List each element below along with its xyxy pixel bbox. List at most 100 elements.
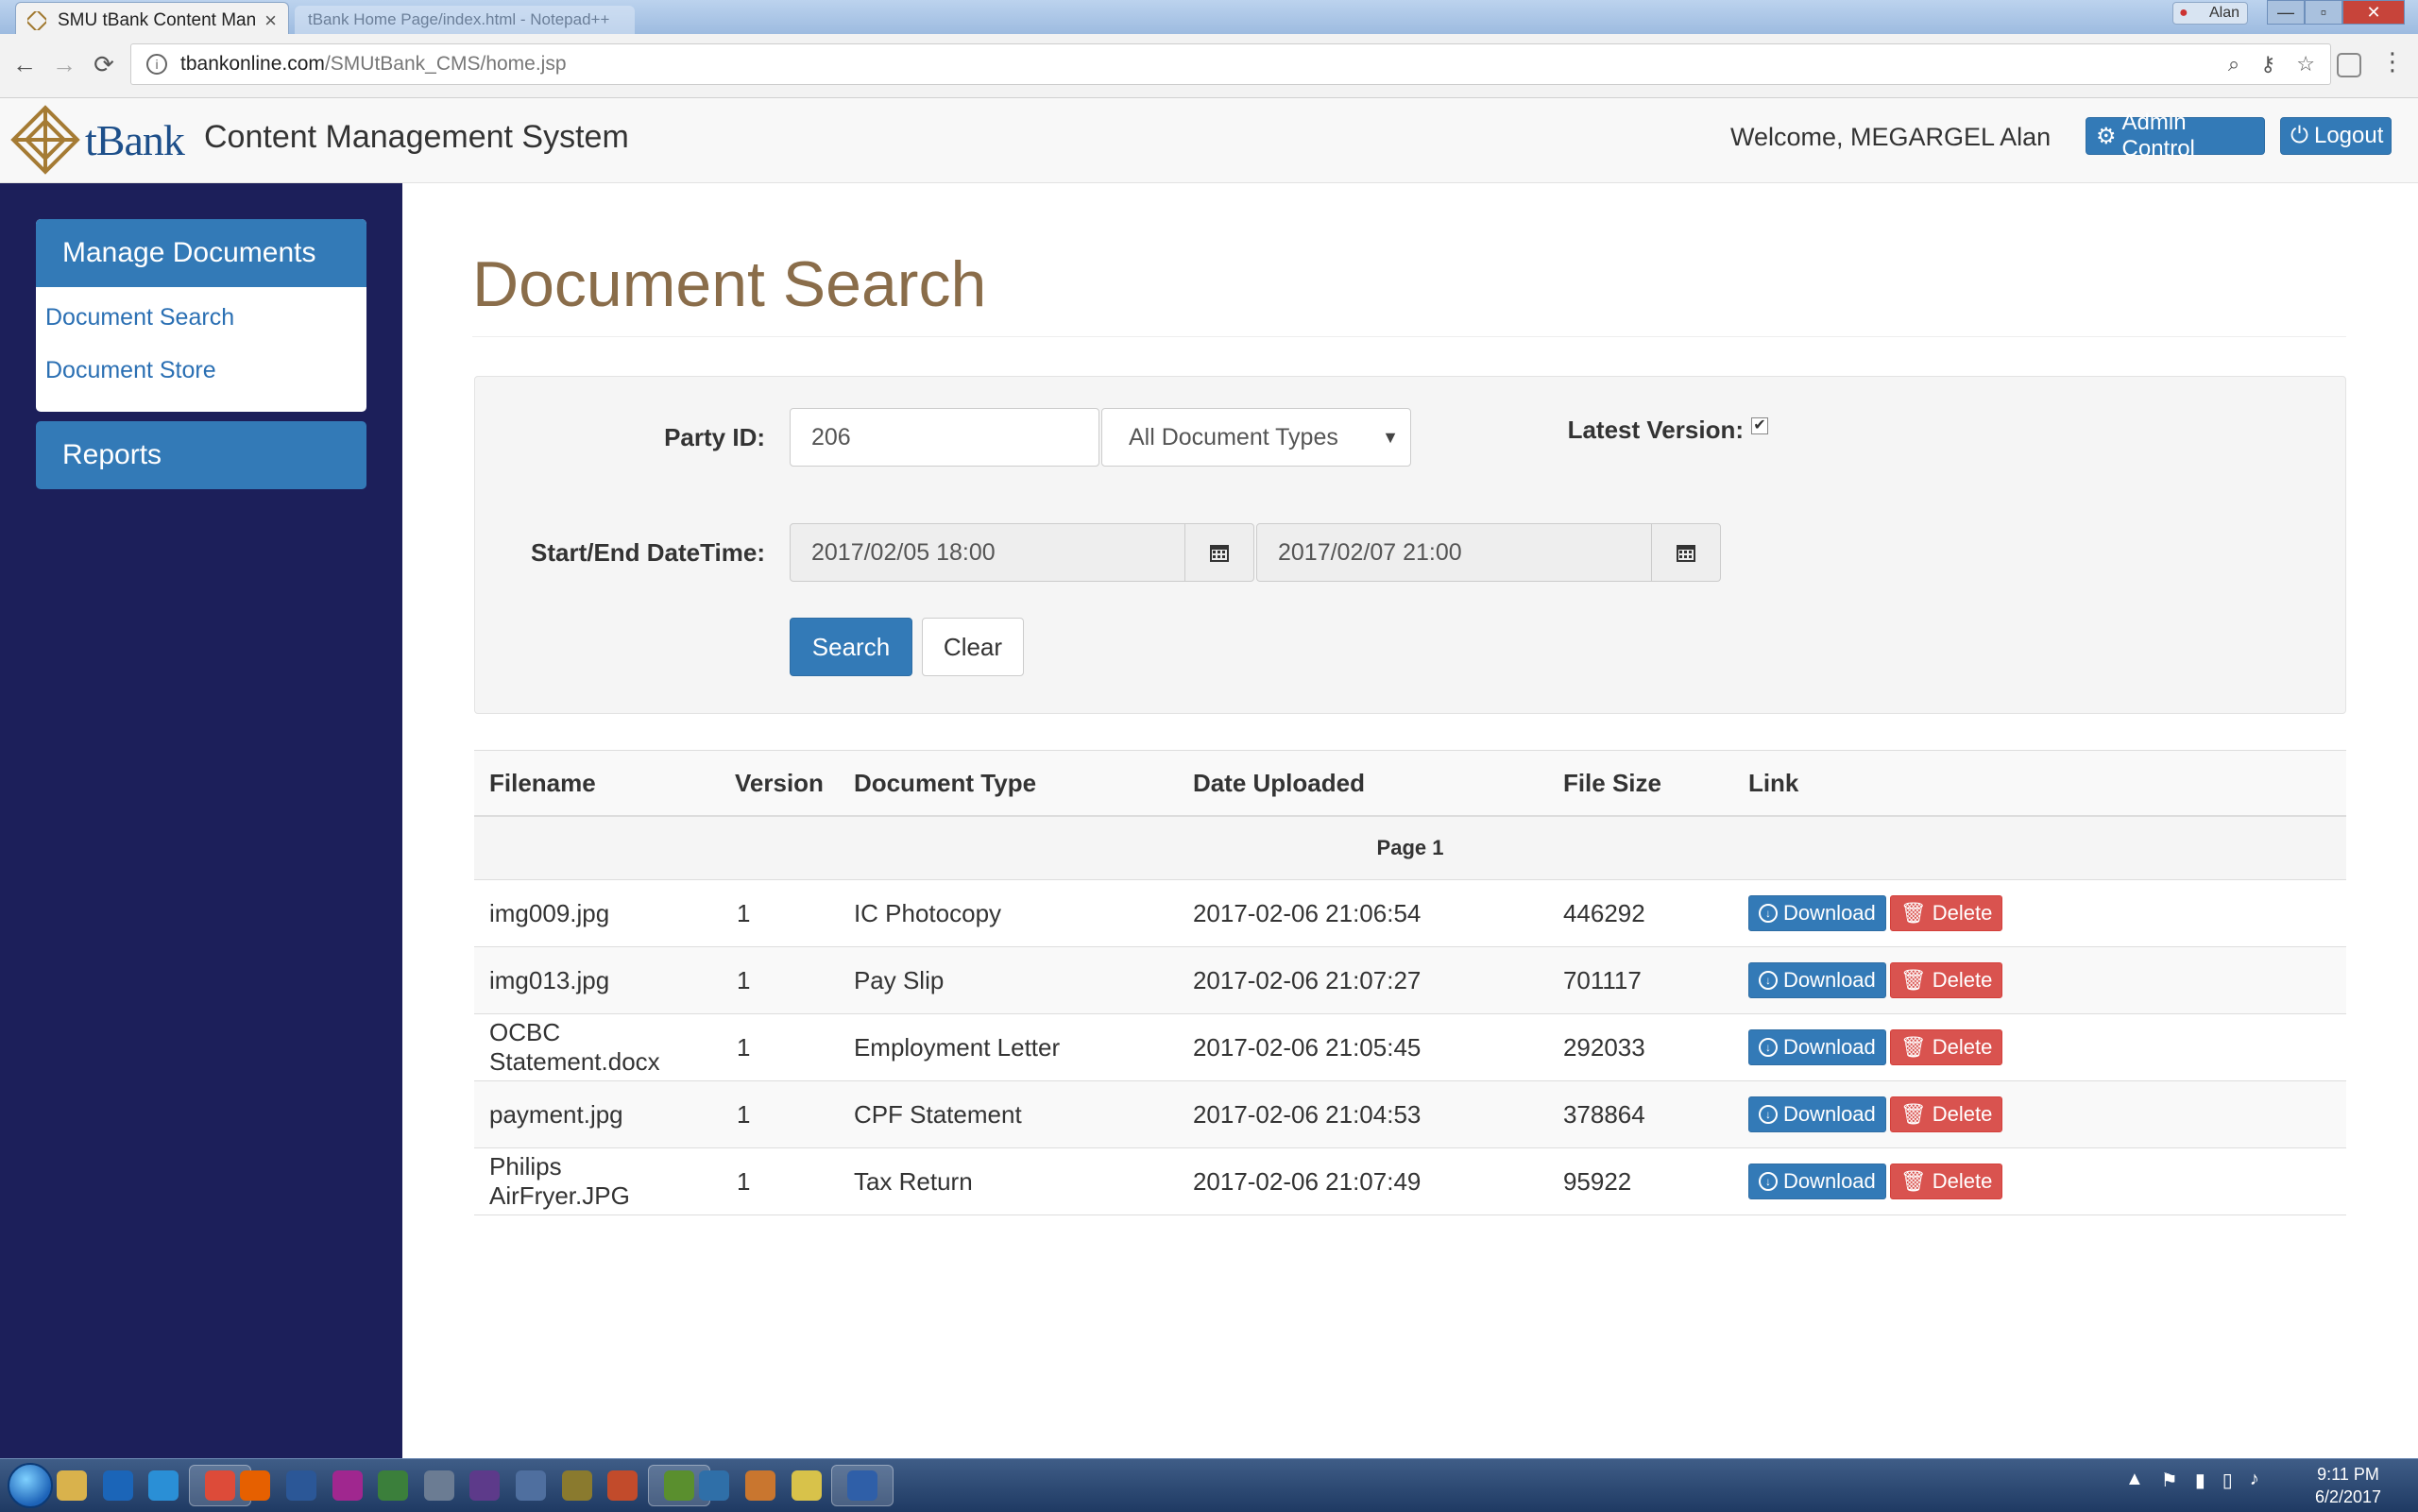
bookmark-star-icon[interactable]: ☆: [2296, 52, 2315, 76]
end-datetime-input[interactable]: 2017/02/07 21:00: [1256, 523, 1653, 582]
sticky-notes-icon[interactable]: [786, 1465, 827, 1506]
latest-version-label: Latest Version:: [1567, 416, 1744, 444]
zoom-icon[interactable]: ⌕: [2228, 52, 2239, 76]
address-bar[interactable]: i tbankonline.com /SMUtBank_CMS/home.jsp…: [130, 43, 2331, 85]
download-circle-icon: ↓: [1758, 971, 1778, 990]
volume-icon[interactable]: ♪: [2250, 1469, 2259, 1492]
app-icon[interactable]: [327, 1465, 368, 1506]
key-icon[interactable]: ⚷: [2260, 52, 2275, 76]
cell-file-size: 378864: [1547, 1080, 1733, 1148]
sublime-icon[interactable]: [372, 1465, 414, 1506]
eclipse-icon[interactable]: [464, 1465, 505, 1506]
download-label: Download: [1782, 968, 1876, 992]
download-label: Download: [1782, 1035, 1876, 1059]
outlook-icon-glyph: [102, 1470, 133, 1501]
image-editor-icon-glyph: [663, 1470, 694, 1501]
powershell-icon[interactable]: [281, 1465, 322, 1506]
trash-icon: 🗑: [1899, 901, 1927, 925]
tray-overflow-icon[interactable]: ▲: [2125, 1469, 2144, 1492]
eclipse-icon-glyph: [469, 1470, 501, 1501]
cell-file-size: 292033: [1547, 1013, 1733, 1081]
download-button[interactable]: ↓ Download: [1747, 895, 1886, 931]
document-type-select[interactable]: All Document Types ▼: [1101, 408, 1411, 467]
apps-grid-icon[interactable]: [602, 1465, 643, 1506]
sidebar-item-document-store[interactable]: Document Store: [36, 344, 366, 397]
forward-arrow-icon[interactable]: →: [45, 45, 83, 83]
browser-tab-inactive[interactable]: tBank Home Page/index.html - Notepad++: [295, 6, 635, 34]
results-table: Filename Version Document Type Date Uplo…: [474, 750, 2346, 1215]
download-button[interactable]: ↓ Download: [1747, 1029, 1886, 1065]
page-info-icon[interactable]: i: [146, 54, 167, 75]
outlook-icon[interactable]: [97, 1465, 139, 1506]
download-button[interactable]: ↓ Download: [1747, 962, 1886, 998]
window-minimize-button[interactable]: —: [2267, 0, 2305, 25]
cell-link: ↓ Download 🗑 Delete: [1732, 1013, 2346, 1081]
download-button[interactable]: ↓ Download: [1747, 1096, 1886, 1132]
compass-icon[interactable]: [740, 1465, 781, 1506]
delete-button[interactable]: 🗑 Delete: [1889, 1164, 2003, 1199]
search-button[interactable]: Search: [790, 618, 912, 676]
delete-button[interactable]: 🗑 Delete: [1889, 895, 2003, 931]
window-close-button[interactable]: ✕: [2342, 0, 2405, 25]
tab-close-icon[interactable]: ×: [264, 8, 277, 33]
window-maximize-button[interactable]: ▫: [2305, 0, 2342, 25]
calendar-icon: [1675, 541, 1697, 564]
col-link: Link: [1732, 750, 2346, 817]
browser-profile-button[interactable]: ● Alan: [2172, 2, 2248, 25]
party-id-input[interactable]: 206: [790, 408, 1099, 467]
manage-documents-heading[interactable]: Manage Documents: [36, 219, 366, 287]
calendar-icon: [1208, 541, 1231, 564]
ie-icon[interactable]: [143, 1465, 184, 1506]
col-version: Version: [720, 750, 839, 817]
network-icon[interactable]: ▮: [2195, 1469, 2205, 1492]
party-id-label: Party ID:: [664, 423, 765, 451]
end-date-picker-button[interactable]: [1651, 523, 1721, 582]
power-icon: ⏻: [2290, 123, 2308, 148]
reload-icon[interactable]: ⟳: [85, 45, 123, 83]
cell-date-uploaded: 2017-02-06 21:05:45: [1177, 1013, 1548, 1081]
browser-menu-icon[interactable]: ⋮: [2380, 47, 2405, 76]
clear-button[interactable]: Clear: [922, 618, 1024, 676]
sas-icon[interactable]: [693, 1465, 735, 1506]
back-arrow-icon[interactable]: ←: [6, 45, 43, 83]
box-icon-glyph: [516, 1470, 546, 1501]
delete-button[interactable]: 🗑 Delete: [1889, 1029, 2003, 1065]
settings-icon-glyph: [423, 1470, 454, 1501]
delete-label: Delete: [1932, 1102, 1993, 1126]
cell-document-type: Employment Letter: [838, 1013, 1178, 1081]
reports-heading[interactable]: Reports: [36, 421, 366, 489]
delete-button[interactable]: 🗑 Delete: [1889, 1096, 2003, 1132]
url-host: tbankonline.com: [180, 53, 325, 75]
sidebar-item-document-search[interactable]: Document Search: [36, 291, 366, 344]
settings-icon[interactable]: [418, 1465, 460, 1506]
download-circle-icon: ↓: [1758, 1038, 1778, 1057]
trash-icon: 🗑: [1899, 1169, 1927, 1193]
start-date-picker-button[interactable]: [1184, 523, 1254, 582]
admin-control-button[interactable]: ⚙ Admin Control: [2086, 110, 2265, 161]
browser-tab-active[interactable]: SMU tBank Content Man ×: [15, 2, 289, 38]
delete-button[interactable]: 🗑 Delete: [1889, 962, 2003, 998]
extension-icon[interactable]: [2337, 53, 2361, 77]
clock-date: 6/2/2017: [2314, 1487, 2382, 1506]
sidebar: Manage Documents Document Search Documen…: [0, 183, 402, 1458]
battery-icon[interactable]: ▯: [2222, 1469, 2233, 1492]
taskbar-clock[interactable]: 9:11 PM 6/2/2017: [2295, 1463, 2401, 1508]
start-datetime-input[interactable]: 2017/02/05 18:00: [790, 523, 1186, 582]
cell-link: ↓ Download 🗑 Delete: [1732, 879, 2346, 947]
logout-button[interactable]: ⏻ Logout: [2280, 117, 2392, 155]
download-circle-icon: ↓: [1758, 1105, 1778, 1124]
table-row: img013.jpg 1 Pay Slip 2017-02-06 21:07:27 70…: [474, 946, 2346, 1014]
delete-label: Delete: [1932, 968, 1993, 992]
latest-version-checkbox[interactable]: ✔: [1751, 417, 1768, 434]
remote-desktop-icon[interactable]: [831, 1465, 894, 1506]
explorer-icon[interactable]: [51, 1465, 93, 1506]
sas-icon-glyph: [699, 1470, 730, 1501]
action-center-flag-icon[interactable]: ⚑: [2161, 1469, 2178, 1492]
box-icon[interactable]: [510, 1465, 552, 1506]
start-button[interactable]: [8, 1463, 53, 1508]
profile-name: Alan: [2208, 5, 2239, 21]
firefox-icon[interactable]: [234, 1465, 276, 1506]
cell-version: 1: [720, 879, 839, 947]
security-icon[interactable]: [556, 1465, 598, 1506]
download-button[interactable]: ↓ Download: [1747, 1164, 1886, 1199]
